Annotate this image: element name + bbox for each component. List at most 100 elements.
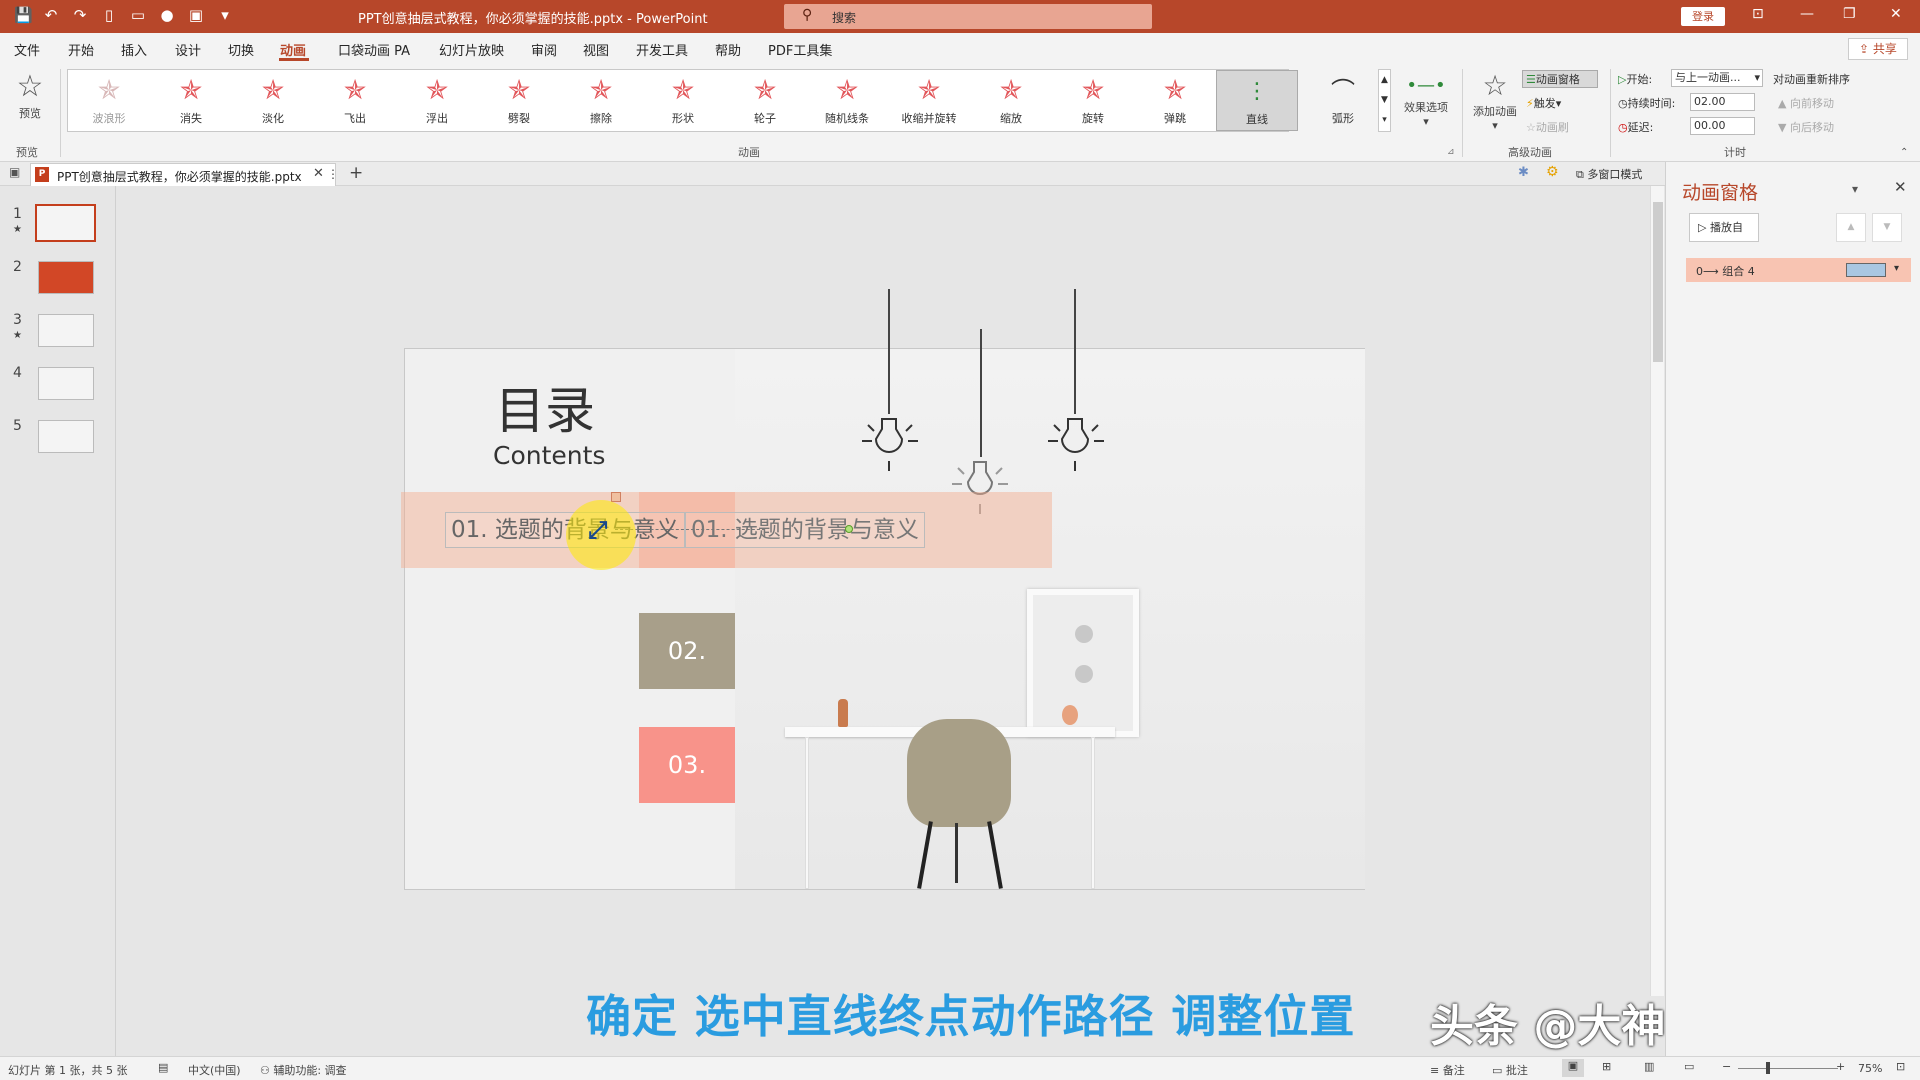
animation-option-8[interactable]: ✯ 轮子: [724, 70, 806, 131]
close-tab-icon[interactable]: ✕: [313, 166, 324, 181]
share-button[interactable]: ⇪ 共享: [1848, 38, 1908, 60]
zoom-in-icon[interactable]: +: [1836, 1060, 1845, 1073]
zoom-out-icon[interactable]: −: [1722, 1060, 1731, 1073]
open-folder-icon[interactable]: ▭: [130, 6, 146, 24]
accessibility-status[interactable]: ⚇ 辅助功能: 调查: [260, 1062, 347, 1078]
animation-option-9[interactable]: ✯ 随机线条: [806, 70, 888, 131]
redo-icon[interactable]: ↷: [72, 6, 88, 24]
add-animation-button[interactable]: ☆ 添加动画 ▾: [1468, 69, 1522, 132]
slide-thumbnail-4[interactable]: [38, 367, 94, 400]
play-from-button[interactable]: ▷ 播放自: [1689, 213, 1759, 242]
animation-option-13[interactable]: ✯ 弹跳: [1134, 70, 1216, 131]
tab-developer[interactable]: 开发工具: [636, 40, 688, 59]
animation-option-0[interactable]: ✯ 波浪形: [68, 70, 150, 131]
minimize-icon[interactable]: —: [1800, 6, 1814, 22]
animation-option-1[interactable]: ✯ 消失: [150, 70, 232, 131]
toc-item-1-path-endpoint[interactable]: 01. 选题的背景与意义: [685, 512, 925, 548]
close-icon[interactable]: ✕: [1890, 6, 1902, 22]
animation-option-3[interactable]: ✯ 飞出: [314, 70, 396, 131]
vertical-scrollbar[interactable]: [1650, 186, 1664, 996]
slide-title[interactable]: 目录: [495, 371, 595, 443]
pin-icon[interactable]: ✱: [1518, 165, 1529, 180]
restore-icon[interactable]: ❐: [1843, 6, 1856, 22]
settings-gear-icon[interactable]: ⚙: [1546, 164, 1559, 180]
dialog-launcher-icon[interactable]: ⊿: [1447, 147, 1455, 157]
animation-painter-button[interactable]: ☆ 动画刷: [1526, 119, 1569, 135]
tab-design[interactable]: 设计: [175, 40, 201, 59]
undo-icon[interactable]: ↶: [43, 6, 59, 24]
comments-button[interactable]: ▭ 批注: [1492, 1062, 1528, 1078]
new-file-icon[interactable]: ▯: [101, 6, 117, 24]
tab-slideshow[interactable]: 幻灯片放映: [439, 40, 504, 59]
notes-button[interactable]: ≡ 备注: [1430, 1062, 1465, 1078]
number-box-02[interactable]: 02.: [639, 613, 735, 689]
path-end-handle[interactable]: [845, 525, 853, 533]
zoom-level[interactable]: 75%: [1858, 1062, 1882, 1075]
animation-option-arc[interactable]: ⌒ 弧形: [1302, 70, 1384, 131]
animation-option-7[interactable]: ✯ 形状: [642, 70, 724, 131]
tab-file[interactable]: 文件: [14, 40, 40, 59]
animation-timeline-bar[interactable]: [1846, 263, 1886, 277]
effect-options-button[interactable]: •—• 效果选项 ▾: [1398, 73, 1454, 128]
slide-subtitle[interactable]: Contents: [493, 441, 605, 470]
animation-option-4[interactable]: ✯ 浮出: [396, 70, 478, 131]
gallery-more-icon[interactable]: ▾: [1379, 110, 1390, 130]
normal-view-icon[interactable]: ▣: [1562, 1059, 1584, 1077]
slide-thumbnail-2[interactable]: [38, 261, 94, 294]
move-down-button[interactable]: ▼: [1872, 213, 1902, 242]
animation-option-12[interactable]: ✯ 旋转: [1052, 70, 1134, 131]
record-icon[interactable]: ●: [159, 6, 175, 24]
language[interactable]: 中文(中国): [188, 1062, 241, 1078]
trigger-button[interactable]: ⚡ 触发 ▾: [1526, 95, 1561, 111]
slide-canvas[interactable]: 目录 Contents 01. 选题的背景与意义 01. 选题的背景与意义 02…: [401, 289, 1365, 890]
document-tab[interactable]: P PPT创意抽层式教程，你必须掌握的技能.pptx ✕ ⋮: [30, 163, 339, 186]
tab-more-icon[interactable]: ⋮: [327, 167, 339, 181]
tab-home[interactable]: 开始: [68, 40, 94, 59]
customize-qa-icon[interactable]: ▾: [217, 6, 233, 24]
pane-options-icon[interactable]: ▾: [1852, 182, 1858, 196]
item-dropdown-icon[interactable]: ▾: [1894, 263, 1899, 274]
zoom-slider[interactable]: [1738, 1068, 1838, 1069]
zoom-slider-thumb[interactable]: [1766, 1062, 1770, 1074]
tab-pdf-tools[interactable]: PDF工具集: [768, 40, 832, 59]
scrollbar-thumb[interactable]: [1653, 202, 1663, 362]
animation-option-10[interactable]: ✯ 收缩并旋转: [888, 70, 970, 131]
animation-pane-button[interactable]: ☰ 动画窗格: [1522, 70, 1598, 88]
animation-option-5[interactable]: ✯ 劈裂: [478, 70, 560, 131]
preview-button[interactable]: ☆ 预览: [10, 69, 50, 121]
toc-item-1[interactable]: 01. 选题的背景与意义: [445, 512, 685, 548]
present-icon[interactable]: ▣: [188, 6, 204, 24]
duration-input[interactable]: 02.00: [1690, 93, 1755, 111]
move-later-button[interactable]: ▼ 向后移动: [1778, 119, 1834, 135]
save-icon[interactable]: 💾: [14, 6, 33, 24]
motion-path-line[interactable]: [615, 529, 765, 530]
move-earlier-button[interactable]: ▲ 向前移动: [1778, 95, 1834, 111]
tab-animations[interactable]: 动画: [280, 40, 306, 59]
animation-option-line[interactable]: ⋮ 直线: [1216, 70, 1298, 131]
move-up-button[interactable]: ▲: [1836, 213, 1866, 242]
number-box-03[interactable]: 03.: [639, 727, 735, 803]
multiwindow-button[interactable]: ⧉ 多窗口模式: [1576, 166, 1642, 182]
pane-close-icon[interactable]: ✕: [1894, 178, 1907, 196]
spellcheck-icon[interactable]: ▤: [158, 1061, 168, 1074]
animation-option-11[interactable]: ✯ 缩放: [970, 70, 1052, 131]
tab-help[interactable]: 帮助: [715, 40, 741, 59]
collapse-ribbon-icon[interactable]: ⌃: [1900, 147, 1908, 158]
tab-review[interactable]: 审阅: [531, 40, 557, 59]
path-start-marker[interactable]: [611, 492, 621, 502]
start-select[interactable]: 与上一动画... ▾: [1671, 69, 1763, 87]
delay-input[interactable]: 00.00: [1690, 117, 1755, 135]
slide-thumbnail-3[interactable]: [38, 314, 94, 347]
chevron-up-icon[interactable]: ▲: [1379, 70, 1390, 90]
ribbon-display-icon[interactable]: ⊡: [1752, 6, 1764, 22]
login-button[interactable]: 登录: [1681, 7, 1725, 26]
slideshow-view-icon[interactable]: ▭: [1684, 1060, 1694, 1073]
slide-thumbnail-5[interactable]: [38, 420, 94, 453]
tab-view[interactable]: 视图: [583, 40, 609, 59]
chevron-down-icon[interactable]: ▼: [1379, 90, 1390, 110]
tab-pocket-animation[interactable]: 口袋动画 PA: [338, 40, 410, 59]
animation-list-item[interactable]: 0⟶ 组合 4 ▾: [1686, 258, 1911, 282]
fit-slide-icon[interactable]: ⊡: [1896, 1060, 1905, 1073]
gallery-scroll[interactable]: ▲ ▼ ▾: [1378, 69, 1391, 132]
animation-option-2[interactable]: ✯ 淡化: [232, 70, 314, 131]
